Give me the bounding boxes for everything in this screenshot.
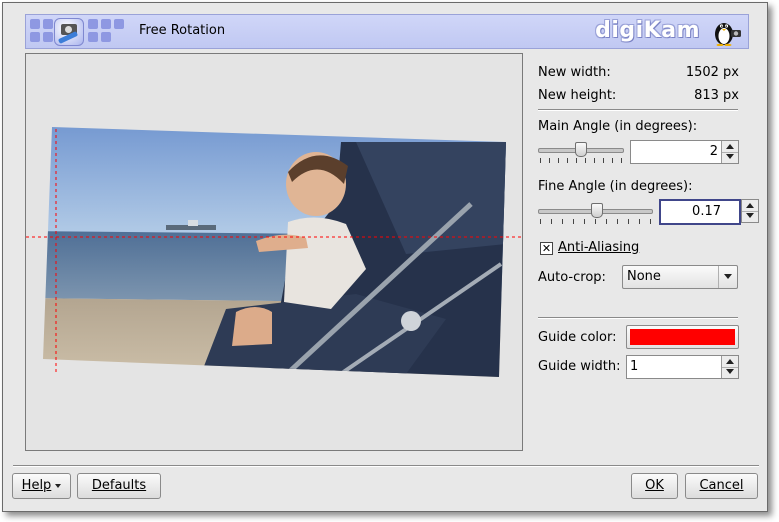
guide-width-decrease-button[interactable] — [722, 367, 738, 378]
free-rotation-dialog: Free Rotation digiKam New width: 1502 px… — [2, 2, 768, 512]
new-height-value: 813 px — [694, 88, 739, 103]
fine-angle-value[interactable]: 0.17 — [664, 204, 721, 219]
fine-angle-slider[interactable] — [538, 203, 653, 225]
auto-crop-label: Auto-crop: — [538, 270, 606, 285]
fine-angle-label: Fine Angle (in degrees): — [538, 179, 693, 194]
guide-width-spinbox[interactable]: 1 — [626, 355, 739, 379]
cancel-button-label: Cancel — [699, 478, 744, 493]
main-angle-decrease-button[interactable] — [722, 152, 738, 163]
help-button-label: Help — [21, 478, 52, 493]
ok-button[interactable]: OK — [631, 473, 678, 499]
cancel-button[interactable]: Cancel — [685, 473, 758, 499]
new-width-value: 1502 px — [685, 65, 739, 80]
separator — [538, 317, 738, 319]
dialog-title: Free Rotation — [139, 23, 226, 38]
chevron-down-icon[interactable] — [718, 266, 737, 288]
fine-angle-decrease-button[interactable] — [742, 211, 758, 222]
defaults-button[interactable]: Defaults — [77, 473, 161, 499]
anti-aliasing-checkbox[interactable]: ✕ — [540, 242, 553, 255]
fine-angle-spinbox[interactable]: 0.17 — [659, 199, 759, 225]
guide-color-label: Guide color: — [538, 330, 617, 345]
rotated-photo — [26, 127, 522, 377]
fine-angle-slider-handle[interactable] — [591, 203, 603, 218]
main-angle-slider[interactable] — [538, 142, 624, 164]
new-height-label: New height: — [538, 88, 617, 103]
main-angle-spinbox[interactable]: 2 — [630, 140, 739, 164]
plugin-icon — [54, 18, 84, 46]
settings-panel: New width: 1502 px New height: 813 px Ma… — [538, 3, 759, 403]
main-angle-slider-handle[interactable] — [575, 142, 587, 157]
image-preview[interactable] — [25, 53, 523, 451]
chevron-down-icon — [55, 483, 62, 488]
guide-color-button[interactable] — [626, 325, 739, 349]
main-angle-label: Main Angle (in degrees): — [538, 119, 698, 134]
guide-color-swatch — [630, 329, 735, 345]
new-width-label: New width: — [538, 65, 611, 80]
main-angle-value[interactable]: 2 — [634, 144, 718, 159]
separator — [538, 109, 738, 111]
guide-width-label: Guide width: — [538, 359, 621, 374]
auto-crop-select[interactable]: None — [622, 265, 738, 289]
defaults-button-label: Defaults — [91, 478, 147, 493]
guide-width-value[interactable]: 1 — [630, 359, 718, 374]
auto-crop-value: None — [627, 269, 661, 284]
separator — [13, 465, 759, 467]
help-button[interactable]: Help — [12, 473, 71, 499]
ok-button-label: OK — [645, 478, 664, 493]
anti-aliasing-label[interactable]: Anti-Aliasing — [558, 240, 639, 255]
